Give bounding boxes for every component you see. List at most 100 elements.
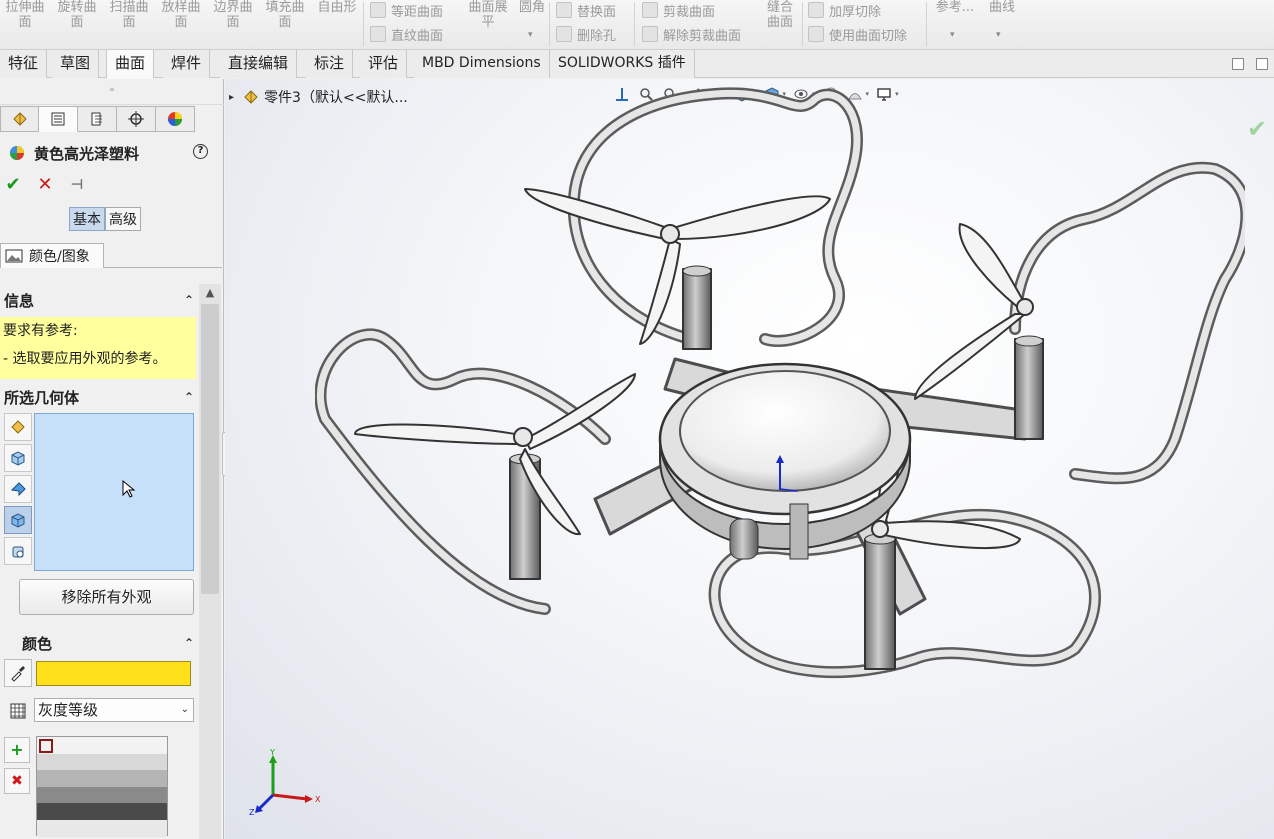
mode-basic-button[interactable]: 基本 (69, 207, 105, 231)
flatten-surface-button[interactable]: 曲面展平 (462, 0, 514, 30)
display-manager-tab[interactable] (156, 106, 195, 132)
cancel-x-icon[interactable]: ✕ (36, 176, 54, 194)
replace-face-icon (556, 2, 572, 18)
feature-manager-tab[interactable] (0, 106, 39, 132)
prop-guard-left[interactable] (315, 328, 611, 615)
graphics-viewport[interactable]: ▸ 零件3（默认<<默认... ▾ ▾ ▾ ▾ ▾ ✔ Y X Z (225, 79, 1274, 839)
offset-surface-button[interactable]: 等距曲面 (370, 0, 443, 20)
surfaces-ribbon: 拉伸曲面 旋转曲面 扫描曲面 放样曲面 边界曲面 填充曲面 自由形 等距曲面 直… (0, 0, 1274, 50)
collapse-icon[interactable] (1256, 58, 1268, 70)
scroll-thumb[interactable] (201, 304, 219, 594)
eyedropper-icon (11, 666, 25, 682)
tab-evaluate[interactable]: 评估 (360, 50, 408, 78)
mode-toggle: 基本 高级 (69, 207, 141, 231)
drone-model[interactable] (315, 79, 1245, 719)
ruled-surface-button[interactable]: 直纹曲面 (370, 24, 443, 44)
dim-xpert-tab[interactable] (117, 106, 156, 132)
color-image-tab[interactable]: 颜色/图象 (0, 243, 104, 268)
tab-solidworks-addins[interactable]: SOLIDWORKS 插件 (550, 50, 695, 78)
swatch-row[interactable] (37, 737, 167, 754)
swatch-row[interactable] (37, 819, 167, 837)
curves-dropdown-arrow-icon[interactable]: ▾ (996, 30, 1001, 40)
mouse-cursor-icon (122, 480, 136, 498)
restore-icon[interactable] (1232, 58, 1244, 70)
curves-button[interactable]: 曲线 (982, 0, 1022, 15)
surface-cut-button[interactable]: 使用曲面切除 (808, 24, 907, 44)
delete-hole-button[interactable]: 删除孔 (556, 24, 616, 44)
scroll-up-icon[interactable]: ▲ (199, 286, 221, 299)
swatch-row[interactable] (37, 770, 167, 787)
freeform-button[interactable]: 自由形 (312, 0, 362, 15)
tab-direct-editing[interactable]: 直接编辑 (220, 50, 298, 78)
palette-dropdown[interactable]: 灰度等级 ⌄ (34, 698, 194, 722)
configuration-manager-tab[interactable] (78, 106, 117, 132)
boundary-surface-button[interactable]: 边界曲面 (208, 0, 258, 30)
ribbon-separator (363, 2, 364, 46)
help-icon[interactable]: ? (193, 144, 208, 159)
replace-face-button[interactable]: 替换面 (556, 0, 616, 20)
panel-grip[interactable]: ⚬ (0, 79, 224, 105)
mode-advanced-button[interactable]: 高级 (105, 207, 141, 231)
image-icon (5, 249, 23, 263)
property-manager-tab[interactable] (39, 106, 78, 132)
filter-feature-button[interactable] (4, 506, 32, 534)
geometry-group-header[interactable]: 所选几何体 ⌃ (4, 387, 196, 407)
ruled-surface-icon (370, 26, 386, 42)
tab-surfaces[interactable]: 曲面 (106, 50, 155, 79)
tab-features[interactable]: 特征 (0, 50, 48, 78)
pin-icon[interactable]: ⊣ (68, 176, 86, 194)
filter-solid-button[interactable] (4, 537, 32, 565)
offset-surface-icon (370, 2, 386, 18)
knit-surface-button[interactable]: 缝合 曲面 (760, 0, 800, 30)
thicken-cut-button[interactable]: 加厚切除 (808, 0, 881, 20)
untrim-surface-button[interactable]: 解除剪裁曲面 (642, 24, 741, 44)
tab-weldments[interactable]: 焊件 (163, 50, 211, 78)
prop-guard-right[interactable] (1009, 161, 1245, 485)
delete-swatch-button[interactable]: ✖ (4, 768, 30, 794)
motor-right[interactable] (1014, 335, 1044, 440)
remove-all-appearances-button[interactable]: 移除所有外观 (19, 579, 194, 615)
collapse-chevron-icon[interactable]: ⌃ (184, 390, 194, 404)
reference-geometry-button[interactable]: 参考... (932, 0, 978, 15)
collapse-chevron-icon[interactable]: ⌃ (184, 636, 194, 650)
property-list-icon (51, 112, 65, 126)
revolved-surface-button[interactable]: 旋转曲面 (52, 0, 102, 30)
color-group-header[interactable]: 颜色 ⌃ (4, 633, 196, 653)
motor-front[interactable] (864, 533, 896, 670)
y-axis-label: Y (269, 748, 275, 757)
filter-part-button[interactable] (4, 413, 32, 441)
reference-dropdown-arrow-icon[interactable]: ▾ (950, 30, 955, 40)
color-swatch[interactable] (36, 661, 191, 686)
chevron-down-icon: ⌄ (180, 704, 189, 715)
geometry-filter-icons (4, 413, 32, 568)
filled-surface-button[interactable]: 填充曲面 (260, 0, 310, 30)
propeller-top-left[interactable] (524, 188, 831, 345)
filter-body-button[interactable] (4, 444, 32, 472)
selected-geometry-list[interactable] (34, 413, 194, 571)
fillet-dropdown-arrow-icon[interactable]: ▾ (528, 30, 533, 40)
lofted-surface-button[interactable]: 放样曲面 (156, 0, 206, 30)
expand-arrow-icon[interactable]: ▸ (229, 92, 234, 103)
swatch-row[interactable] (37, 803, 167, 820)
swept-surface-button[interactable]: 扫描曲面 (104, 0, 154, 30)
eyedropper-button[interactable] (4, 659, 32, 687)
swatch-row[interactable] (37, 753, 167, 771)
extruded-surface-button[interactable]: 拉伸曲面 (0, 0, 50, 30)
body-cube-icon (11, 451, 25, 466)
panel-scrollbar[interactable]: ▲ (199, 284, 221, 839)
grayscale-swatches[interactable] (36, 736, 168, 837)
trim-surface-button[interactable]: 剪裁曲面 (642, 0, 715, 20)
confirmation-corner-check-icon[interactable]: ✔ (1247, 115, 1267, 143)
swatch-row[interactable] (37, 786, 167, 804)
selected-swatch-marker (39, 739, 53, 753)
filter-face-button[interactable] (4, 475, 32, 503)
add-swatch-button[interactable]: + (4, 737, 30, 763)
info-group-header[interactable]: 信息 ⌃ (4, 290, 196, 310)
tab-annotation[interactable]: 标注 (306, 50, 354, 78)
motor-top-left[interactable] (682, 265, 712, 350)
fillet-button[interactable]: 圆角 (514, 0, 550, 15)
tab-sketch[interactable]: 草图 (52, 50, 100, 78)
ok-check-icon[interactable]: ✔ (4, 176, 22, 194)
tab-mbd-dimensions[interactable]: MBD Dimensions (414, 50, 550, 78)
collapse-chevron-icon[interactable]: ⌃ (184, 293, 194, 307)
